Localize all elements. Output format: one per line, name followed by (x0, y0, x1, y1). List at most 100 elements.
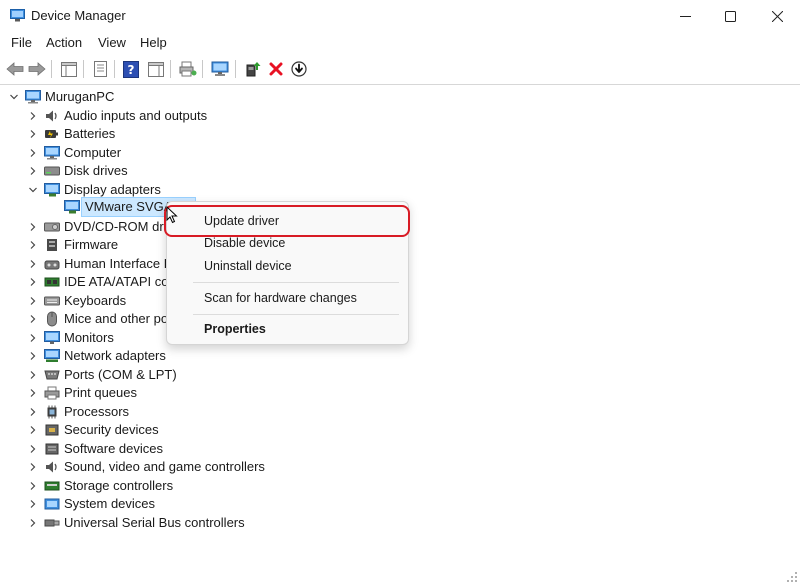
back-button[interactable] (5, 59, 25, 79)
tree-category-row[interactable]: Firmware (26, 236, 118, 254)
properties-sheet-icon (93, 61, 107, 77)
tree-category-row[interactable]: Audio inputs and outputs (26, 107, 207, 125)
tree-root-label: MuruganPC (45, 89, 115, 104)
monitor-toolbar-button[interactable] (210, 59, 230, 79)
menu-scan-hardware[interactable]: Scan for hardware changes (204, 291, 357, 305)
processor-icon (44, 404, 60, 420)
show-hide-console-tree-button[interactable] (59, 59, 79, 79)
window-title: Device Manager (31, 8, 126, 23)
action-pane-button[interactable] (146, 59, 166, 79)
menu-file[interactable]: File (11, 35, 32, 50)
chevron-right-icon[interactable] (26, 294, 40, 308)
port-icon (44, 367, 60, 383)
chevron-right-icon[interactable] (26, 368, 40, 382)
console-tree-icon (61, 61, 77, 77)
help-toolbar-button[interactable]: ? (121, 59, 141, 79)
chevron-right-icon[interactable] (26, 275, 40, 289)
tree-category-label: Processors (64, 403, 130, 419)
toolbar-separator (235, 60, 236, 78)
chevron-right-icon[interactable] (26, 479, 40, 493)
ide-controller-icon (44, 274, 60, 290)
chevron-right-icon[interactable] (26, 386, 40, 400)
chevron-down-icon[interactable] (26, 183, 40, 197)
speaker-icon (44, 108, 60, 124)
tree-category-label: Display adapters (64, 181, 161, 197)
update-driver-toolbar-button[interactable] (243, 59, 263, 79)
software-device-icon (44, 441, 60, 457)
chevron-right-icon[interactable] (26, 312, 40, 326)
chevron-right-icon[interactable] (26, 516, 40, 530)
tree-category-label: Sound, video and game controllers (64, 459, 265, 474)
tree-category-row[interactable]: DVD/CD-ROM drives (26, 218, 187, 236)
tree-category-label: Security devices (64, 422, 159, 437)
red-x-icon (269, 62, 283, 76)
menu-uninstall-device[interactable]: Uninstall device (204, 259, 292, 273)
dvd-drive-icon (44, 219, 60, 235)
chevron-right-icon[interactable] (26, 257, 40, 271)
mouse-icon (44, 311, 60, 327)
chevron-right-icon[interactable] (26, 423, 40, 437)
menu-help[interactable]: Help (140, 35, 167, 50)
chevron-right-icon[interactable] (26, 349, 40, 363)
maximize-button[interactable] (707, 0, 753, 32)
menu-action[interactable]: Action (46, 35, 82, 50)
scan-hardware-button[interactable] (178, 59, 198, 79)
chevron-right-icon[interactable] (26, 497, 40, 511)
back-arrow-icon (6, 62, 24, 76)
tree-category-row[interactable]: Computer (26, 144, 121, 162)
menu-separator (193, 314, 399, 315)
chevron-right-icon[interactable] (26, 220, 40, 234)
minimize-button[interactable] (662, 0, 708, 32)
chevron-right-icon[interactable] (26, 460, 40, 474)
forward-button[interactable] (27, 59, 47, 79)
tree-category-row[interactable]: Keyboards (26, 292, 126, 310)
chevron-right-icon[interactable] (26, 405, 40, 419)
tree-category-row[interactable]: Software devices (26, 440, 163, 458)
enable-device-toolbar-button[interactable] (289, 59, 309, 79)
tree-root-row[interactable]: MuruganPC (7, 88, 114, 106)
toolbar: ? (0, 54, 800, 84)
properties-toolbar-button[interactable] (90, 59, 110, 79)
chevron-right-icon[interactable] (26, 164, 40, 178)
tree-category-row[interactable]: Universal Serial Bus controllers (26, 514, 245, 532)
chevron-right-icon[interactable] (26, 146, 40, 160)
chevron-down-icon[interactable] (7, 90, 21, 104)
chevron-right-icon[interactable] (26, 238, 40, 252)
usb-icon (44, 515, 60, 531)
tree-category-row[interactable]: Sound, video and game controllers (26, 458, 265, 476)
tree-category-row[interactable]: Batteries (26, 125, 115, 143)
help-icon: ? (123, 60, 139, 78)
tree-category-row[interactable]: Security devices (26, 421, 159, 439)
svg-text:?: ? (128, 63, 135, 77)
computer-icon (44, 145, 60, 161)
toolbar-separator (51, 60, 52, 78)
tree-category-row[interactable]: Storage controllers (26, 477, 173, 495)
chevron-right-icon[interactable] (26, 442, 40, 456)
close-icon (771, 10, 783, 22)
chevron-right-icon[interactable] (26, 127, 40, 141)
tree-category-row[interactable]: Print queues (26, 384, 137, 402)
chevron-right-icon[interactable] (26, 109, 40, 123)
toolbar-separator (114, 60, 115, 78)
action-pane-icon (148, 61, 164, 77)
tree-category-row[interactable]: Monitors (26, 329, 114, 347)
tree-category-label: Disk drives (64, 163, 128, 178)
tree-category-row[interactable]: Display adapters (26, 181, 161, 199)
tree-category-label: Keyboards (64, 292, 127, 308)
menu-properties[interactable]: Properties (204, 322, 266, 336)
tree-category-row[interactable]: Disk drives (26, 162, 128, 180)
monitor-icon (44, 330, 60, 346)
resize-grip-icon[interactable] (786, 571, 798, 583)
tree-category-row[interactable]: System devices (26, 495, 155, 513)
chevron-right-icon[interactable] (26, 331, 40, 345)
uninstall-device-toolbar-button[interactable] (266, 59, 286, 79)
tree-category-row[interactable]: Processors (26, 403, 129, 421)
security-device-icon (44, 422, 60, 438)
menu-disable-device[interactable]: Disable device (204, 236, 285, 250)
down-arrow-circle-icon (291, 61, 307, 77)
tree-category-row[interactable]: Network adapters (26, 347, 166, 365)
close-button[interactable] (754, 0, 800, 32)
menu-view[interactable]: View (98, 35, 126, 50)
sound-controller-icon (44, 459, 60, 475)
tree-category-row[interactable]: Ports (COM & LPT) (26, 366, 177, 384)
